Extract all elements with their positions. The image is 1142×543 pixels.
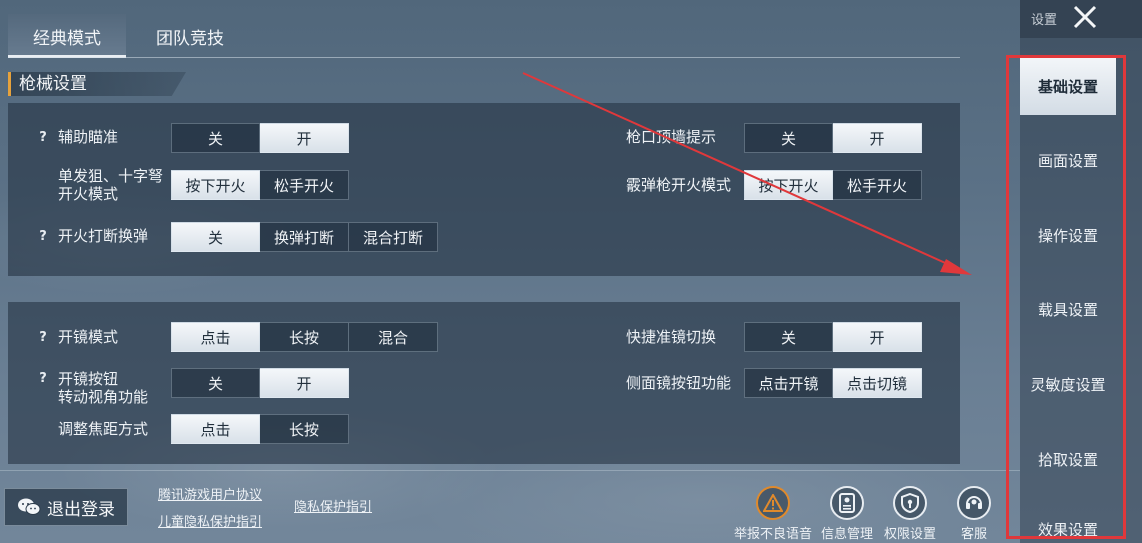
section-title: 枪械设置 [8,72,186,96]
option-off[interactable]: 关 [744,123,833,153]
option-tap-open-scope[interactable]: 点击开镜 [744,368,833,398]
tab-classic-mode[interactable]: 经典模式 [8,14,126,58]
info-management-label: 信息管理 [820,527,873,542]
headset-icon [957,486,991,520]
side-scope-toggle: 点击开镜 点击切镜 [744,368,922,398]
setting-quick-scope-switch: 快捷准镜切换 [626,328,716,346]
option-on[interactable]: 开 [260,368,349,398]
privacy-guide-link[interactable]: 隐私保护指引 [294,496,372,515]
option-mixed-interrupt[interactable]: 混合打断 [349,222,438,252]
help-icon[interactable]: ? [36,330,50,345]
shield-icon [893,486,927,520]
setting-label: 开火打断换弹 [58,227,149,245]
option-press-fire[interactable]: 按下开火 [744,170,833,200]
option-reload-interrupt[interactable]: 换弹打断 [260,222,349,252]
option-off[interactable]: 关 [171,368,260,398]
setting-aim-assist: ? 辅助瞄准 [36,128,118,146]
option-on[interactable]: 开 [833,123,922,153]
setting-label: 调整焦距方式 [58,420,149,438]
warning-icon [756,486,790,520]
help-icon[interactable]: ? [36,371,50,386]
option-tap[interactable]: 点击 [171,322,260,352]
mode-tabs: 经典模式 团队竞技 [8,14,240,58]
sidebar-item-basic[interactable]: 基础设置 [1020,57,1116,115]
option-release-fire[interactable]: 松手开火 [260,170,349,200]
option-off[interactable]: 关 [171,222,260,252]
muzzle-wall-toggle: 关 开 [744,123,922,153]
setting-zoom-method: 调整焦距方式 [36,420,148,438]
setting-shotgun-fire-mode: 霰弹枪开火模式 [626,176,731,194]
permission-settings-label: 权限设置 [883,527,936,542]
help-icon[interactable]: ? [36,229,50,244]
sniper-fire-mode-toggle: 按下开火 松手开火 [171,170,349,200]
id-card-icon [830,486,864,520]
setting-label: 单发狙、十字弩 开火模式 [58,167,163,203]
aim-assist-toggle: 关 开 [171,123,349,153]
option-tap-switch-scope[interactable]: 点击切镜 [833,368,922,398]
scope-mode-toggle: 点击 长按 混合 [171,322,438,352]
sidebar-item-sensitivity[interactable]: 灵敏度设置 [1020,355,1116,413]
permission-settings-button[interactable]: 权限设置 [880,486,940,542]
report-voice-label: 举报不良语音 [733,527,812,542]
option-release-fire[interactable]: 松手开火 [833,170,922,200]
label-line-1: 开镜按钮 [58,370,119,388]
child-privacy-link[interactable]: 儿童隐私保护指引 [158,511,262,530]
setting-label: 快捷准镜切换 [626,328,717,346]
setting-label: 开镜按钮 转动视角功能 [58,370,148,406]
sidebar-item-controls[interactable]: 操作设置 [1020,206,1116,264]
option-tap[interactable]: 点击 [171,414,260,444]
option-off[interactable]: 关 [744,322,833,352]
info-management-button[interactable]: 信息管理 [817,486,877,542]
label-line-2: 转动视角功能 [58,388,149,406]
wechat-icon [18,498,41,515]
option-press-fire[interactable]: 按下开火 [171,170,260,200]
user-agreement-link[interactable]: 腾讯游戏用户协议 [158,484,262,503]
report-voice-button[interactable]: 举报不良语音 [732,486,814,542]
fire-interrupt-toggle: 关 换弹打断 混合打断 [171,222,438,252]
tabs-divider [8,57,960,58]
setting-label: 辅助瞄准 [58,128,119,146]
setting-muzzle-wall-hint: 枪口顶墙提示 [626,128,716,146]
logout-label: 退出登录 [47,499,115,520]
setting-fire-interrupt-reload: ? 开火打断换弹 [36,227,148,245]
scope-settings-panel: ? 开镜模式 点击 长按 混合 ? 开镜按钮 转动视角功能 关 开 调整焦距方式… [8,302,960,464]
close-icon[interactable] [1071,3,1099,31]
option-on[interactable]: 开 [260,123,349,153]
option-hold[interactable]: 长按 [260,414,349,444]
quick-scope-toggle: 关 开 [744,322,922,352]
zoom-method-toggle: 点击 长按 [171,414,349,444]
customer-service-label: 客服 [960,527,987,542]
label-line-2: 开火模式 [58,185,119,203]
setting-sniper-fire-mode: 单发狙、十字弩 开火模式 [36,167,163,203]
sidebar-item-effects[interactable]: 效果设置 [1020,505,1116,541]
setting-side-scope-button: 侧面镜按钮功能 [626,374,731,392]
option-mixed[interactable]: 混合 [349,322,438,352]
tab-team-deathmatch[interactable]: 团队竞技 [140,14,240,58]
setting-scope-mode: ? 开镜模式 [36,328,118,346]
help-icon[interactable]: ? [36,130,50,145]
logout-button[interactable]: 退出登录 [4,488,128,526]
setting-label: 霰弹枪开火模式 [626,176,732,194]
option-on[interactable]: 开 [833,322,922,352]
weapon-settings-panel: ? 辅助瞄准 关 开 单发狙、十字弩 开火模式 按下开火 松手开火 ? 开火打断… [8,103,960,276]
customer-service-button[interactable]: 客服 [944,486,1004,542]
setting-label: 枪口顶墙提示 [626,128,717,146]
sidebar-item-graphics[interactable]: 画面设置 [1020,131,1116,189]
option-off[interactable]: 关 [171,123,260,153]
setting-label: 开镜模式 [58,328,119,346]
setting-label: 侧面镜按钮功能 [626,374,732,392]
sidebar-item-pickup[interactable]: 拾取设置 [1020,430,1116,488]
setting-scope-button-rotate: ? 开镜按钮 转动视角功能 [36,370,148,406]
scope-rotate-toggle: 关 开 [171,368,349,398]
sidebar-title: 设置 [1031,13,1058,28]
sidebar-item-vehicle[interactable]: 载具设置 [1020,280,1116,338]
label-line-1: 单发狙、十字弩 [58,167,164,185]
shotgun-fire-mode-toggle: 按下开火 松手开火 [744,170,922,200]
option-hold[interactable]: 长按 [260,322,349,352]
